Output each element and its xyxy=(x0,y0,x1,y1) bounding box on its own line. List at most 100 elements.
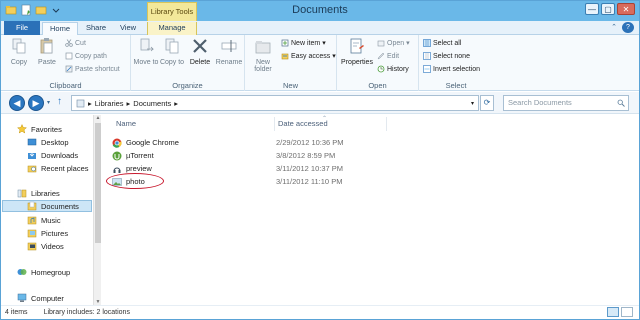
tab-view[interactable]: View xyxy=(114,22,142,35)
copy-to-button[interactable]: Copy to xyxy=(159,37,185,66)
nav-homegroup[interactable]: Homegroup xyxy=(17,266,70,278)
minimize-button[interactable]: — xyxy=(585,3,599,15)
file-date: 3/8/2012 8:59 PM xyxy=(276,151,336,160)
paste-icon xyxy=(40,38,53,54)
scrollbar-thumb[interactable] xyxy=(95,123,101,243)
explorer-window: Library Tools Documents — ▢ ✕ File Home … xyxy=(0,0,640,320)
new-folder-label: New folder xyxy=(254,59,272,73)
move-to-button[interactable]: Move to xyxy=(133,37,159,66)
scroll-up-arrow-icon[interactable]: ▲ xyxy=(94,115,102,121)
help-icon[interactable]: ? xyxy=(622,22,634,33)
tab-share[interactable]: Share xyxy=(81,22,111,35)
nav-libraries-label: Libraries xyxy=(31,188,60,198)
back-button[interactable]: ◀ xyxy=(9,95,25,111)
copy-label: Copy xyxy=(10,59,28,66)
edit-button[interactable]: Edit xyxy=(377,52,399,60)
select-none-button[interactable]: Select none xyxy=(423,52,470,60)
nav-recent-places[interactable]: Recent places xyxy=(27,162,89,174)
file-row[interactable]: Google Chrome 2/29/2012 10:36 PM xyxy=(112,136,344,149)
rename-icon xyxy=(221,40,237,52)
breadcrumb-separator: ▸ xyxy=(88,98,92,108)
up-arrow-icon[interactable]: ↑ xyxy=(57,96,62,107)
new-item-button[interactable]: New item ▾ xyxy=(281,39,326,47)
tab-home[interactable]: Home xyxy=(42,22,78,35)
history-icon xyxy=(377,65,385,73)
easy-access-button[interactable]: Easy access ▾ xyxy=(281,52,336,60)
cut-button[interactable]: Cut xyxy=(65,39,86,47)
nav-downloads[interactable]: Downloads xyxy=(27,149,78,161)
file-name: Google Chrome xyxy=(126,138,179,147)
properties-label: Properties xyxy=(341,59,373,66)
new-item-chevron-down-icon: ▾ xyxy=(322,40,326,47)
new-folder-icon xyxy=(255,41,271,54)
open-button[interactable]: Open ▾ xyxy=(377,39,410,47)
nav-documents[interactable]: Documents xyxy=(2,200,92,212)
nav-music[interactable]: Music xyxy=(27,214,61,226)
open-chevron-down-icon: ▾ xyxy=(406,40,410,47)
history-button[interactable]: History xyxy=(377,65,409,73)
status-bar: 4 items Library includes: 2 locations xyxy=(1,305,639,319)
chrome-icon xyxy=(112,138,122,148)
search-input[interactable]: Search Documents xyxy=(503,95,629,111)
paste-label: Paste xyxy=(38,59,56,66)
tab-manage[interactable]: Manage xyxy=(147,22,197,35)
paste-button[interactable]: Paste xyxy=(34,37,60,66)
rename-button[interactable]: Rename xyxy=(215,37,243,66)
details-view-icon[interactable] xyxy=(607,307,619,317)
copy-path-label: Copy path xyxy=(75,52,107,60)
column-header-date-accessed[interactable]: Date accessed xyxy=(278,119,328,128)
organize-group: Move to Copy to Delete Rename Organize xyxy=(131,35,245,91)
paste-shortcut-label: Paste shortcut xyxy=(75,65,120,73)
nav-favorites[interactable]: Favorites xyxy=(17,123,62,135)
nav-videos-label: Videos xyxy=(41,241,64,251)
invert-selection-button[interactable]: Invert selection xyxy=(423,65,480,73)
cut-label: Cut xyxy=(75,39,86,47)
nav-desktop[interactable]: Desktop xyxy=(27,136,69,148)
nav-favorites-label: Favorites xyxy=(31,124,62,134)
breadcrumb-libraries[interactable]: Libraries xyxy=(95,99,124,108)
copy-icon xyxy=(12,38,26,54)
column-header-name[interactable]: Name xyxy=(116,119,136,128)
close-button[interactable]: ✕ xyxy=(617,3,635,15)
forward-button[interactable]: ▶ xyxy=(28,95,44,111)
file-row[interactable]: µTorrent 3/8/2012 8:59 PM xyxy=(112,149,335,162)
nav-computer[interactable]: Computer xyxy=(17,292,64,304)
pictures-icon xyxy=(27,229,37,238)
navigation-pane-scrollbar[interactable]: ▲ ▼ xyxy=(93,115,101,305)
documents-icon xyxy=(27,201,37,211)
column-divider[interactable] xyxy=(274,117,275,131)
new-folder-button[interactable]: New folder xyxy=(249,37,277,73)
select-all-button[interactable]: Select all xyxy=(423,39,461,47)
address-chevron-down-icon[interactable]: ▾ xyxy=(471,100,474,107)
downloads-icon xyxy=(28,150,36,159)
properties-button[interactable]: Properties xyxy=(339,37,375,66)
refresh-button[interactable]: ⟳ xyxy=(480,95,494,111)
nav-videos[interactable]: Videos xyxy=(27,240,64,252)
item-count: 4 items xyxy=(5,309,28,316)
nav-pictures-label: Pictures xyxy=(41,228,69,238)
large-icons-view-icon[interactable] xyxy=(621,307,633,317)
ribbon: Copy Paste Cut Copy path Paste shortcut … xyxy=(1,35,639,91)
title-bar: Library Tools Documents — ▢ ✕ xyxy=(1,1,639,21)
minimize-ribbon-chevron-icon[interactable]: ⌃ xyxy=(611,23,617,31)
recent-locations-chevron-down-icon[interactable]: ▾ xyxy=(47,99,50,106)
tab-file[interactable]: File xyxy=(4,21,40,35)
computer-icon xyxy=(17,293,27,302)
nav-pictures[interactable]: Pictures xyxy=(27,227,68,239)
window-title: Documents xyxy=(292,4,348,16)
nav-libraries[interactable]: Libraries xyxy=(17,187,60,199)
breadcrumb-separator: ▸ xyxy=(174,98,178,108)
clipboard-group: Copy Paste Cut Copy path Paste shortcut … xyxy=(1,35,131,91)
copy-path-button[interactable]: Copy path xyxy=(65,52,107,60)
open-label: Open xyxy=(387,39,405,47)
address-bar[interactable]: ▸ Libraries ▸ Documents ▸ ▾ xyxy=(71,95,479,111)
annotation-circle xyxy=(106,173,164,189)
nav-downloads-label: Downloads xyxy=(41,150,79,160)
maximize-button[interactable]: ▢ xyxy=(601,3,615,15)
breadcrumb-documents[interactable]: Documents xyxy=(133,99,171,108)
invert-selection-icon xyxy=(423,65,431,73)
paste-shortcut-button[interactable]: Paste shortcut xyxy=(65,65,120,73)
copy-button[interactable]: Copy xyxy=(7,37,31,66)
column-divider[interactable] xyxy=(386,117,387,131)
delete-button[interactable]: Delete xyxy=(187,37,213,66)
